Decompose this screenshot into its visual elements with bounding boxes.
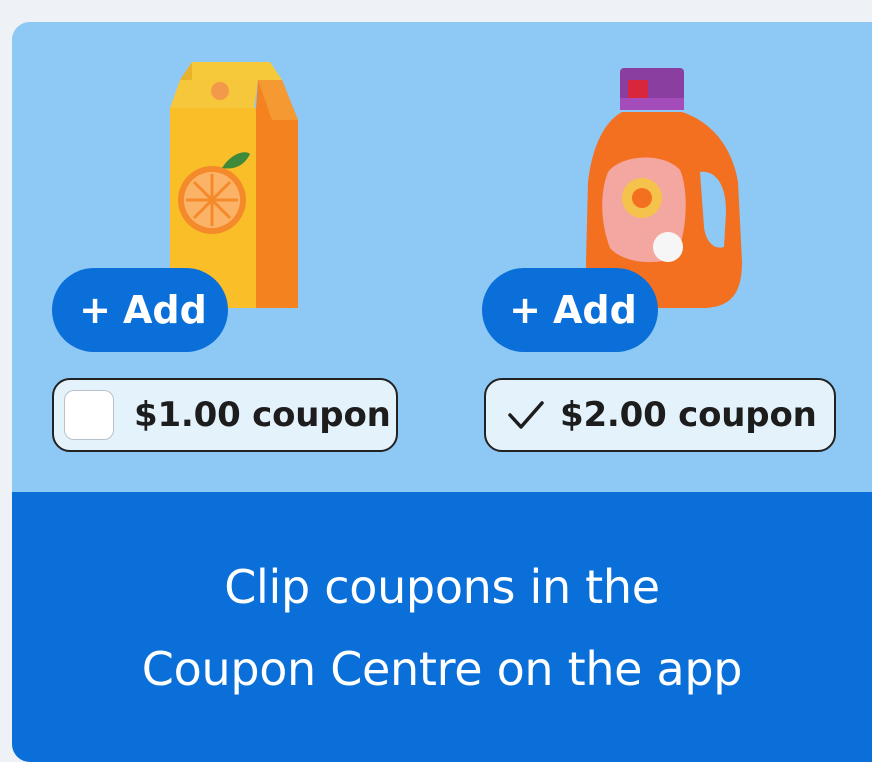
plus-icon: + [509,288,542,332]
coupon-chip-juice[interactable]: $1.00 coupon [52,378,398,452]
coupon-centre-banner[interactable]: Clip coupons in the Coupon Centre on the… [12,492,872,762]
coupon-chip-detergent[interactable]: $2.00 coupon [484,378,836,452]
add-button-juice[interactable]: + Add [52,268,228,352]
add-button-detergent[interactable]: + Add [482,268,658,352]
coupon-label: $1.00 coupon [134,395,391,435]
banner-text-line1: Clip coupons in the [224,560,660,614]
checkmark-icon [508,401,544,429]
coupon-promo-card[interactable]: + Add + Add $1.00 coupon $2.00 coupon Clip… [12,22,872,762]
banner-text-line2: Coupon Centre on the app [141,642,743,696]
coupon-checkbox[interactable] [64,390,114,440]
plus-icon: + [79,288,112,332]
products-area: + Add + Add $1.00 coupon $2.00 coupon [12,22,872,492]
coupon-label: $2.00 coupon [560,395,817,435]
